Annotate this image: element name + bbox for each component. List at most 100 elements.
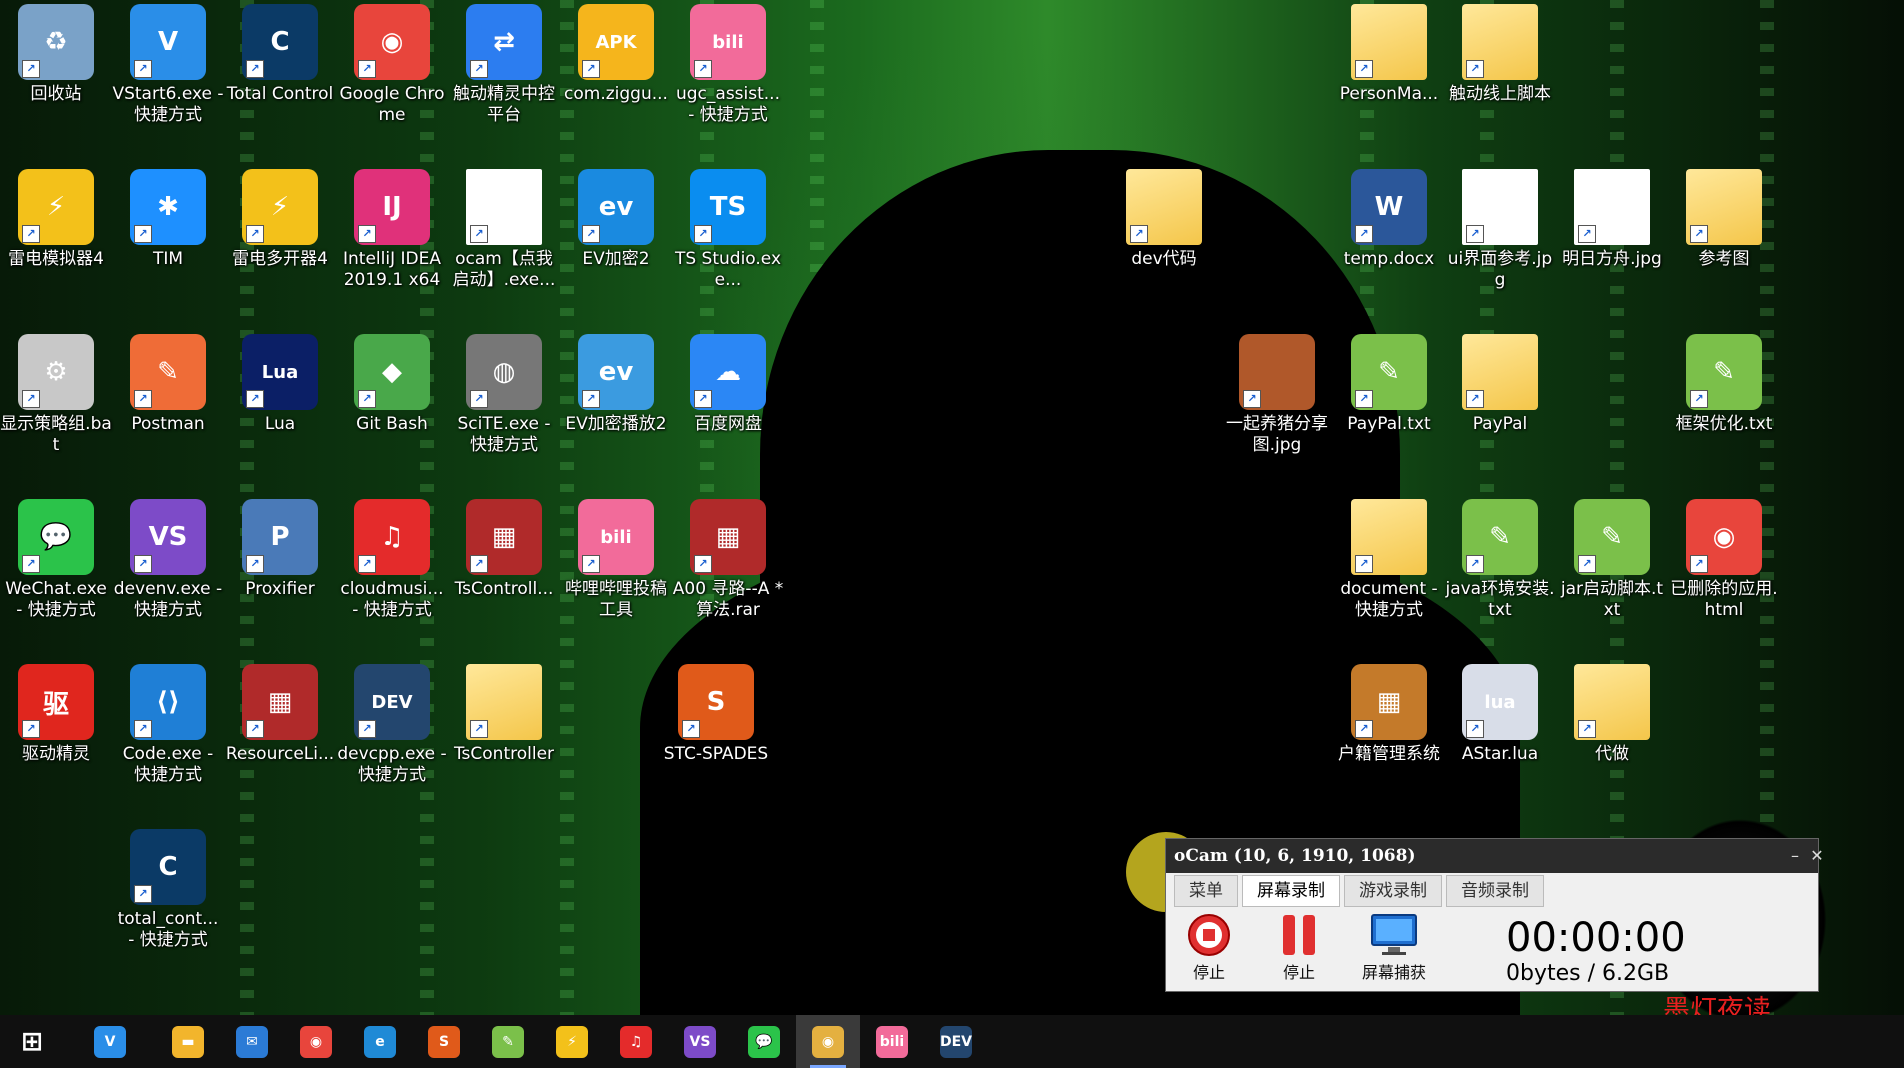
desktop-icon-touch[interactable]: ⇄ ↗ 触动精灵中控平台 — [448, 0, 560, 126]
desktop-icon-astar[interactable]: lua ↗ AStar.lua — [1444, 660, 1556, 765]
desktop-icon-postman[interactable]: ✎ ↗ Postman — [112, 330, 224, 435]
desktop-icon-devenv[interactable]: VS ↗ devenv.exe - 快捷方式 — [112, 495, 224, 621]
desktop-icon-tempdocx[interactable]: W ↗ temp.docx — [1333, 165, 1445, 270]
icon-glyph: 驱 — [42, 689, 69, 720]
desktop-icon-bilitool[interactable]: bili ↗ 哔哩哔哩投稿工具 — [560, 495, 672, 621]
shortcut-arrow-icon: ↗ — [22, 720, 40, 738]
bili-icon: bili — [876, 1025, 908, 1058]
taskbar-item-start[interactable]: ⊞ — [0, 1015, 64, 1068]
desktop-icon-deleted[interactable]: ◉ ↗ 已删除的应用.html — [1668, 495, 1780, 621]
pause-button[interactable]: 停止 — [1266, 911, 1332, 983]
tab-menu[interactable]: 菜单 — [1174, 875, 1238, 907]
desktop-icon-ev2[interactable]: ev ↗ EV加密2 — [560, 165, 672, 270]
icon-glyph: ✎ — [1713, 357, 1735, 387]
screen-capture-button[interactable]: 屏幕捕获 — [1356, 911, 1432, 983]
desktop-icon-ldm[interactable]: ⚡ ↗ 雷电多开器4 — [224, 165, 336, 270]
desktop-icon-cloud[interactable]: ♫ ↗ cloudmusi... - 快捷方式 — [336, 495, 448, 621]
taskbar-item-bili[interactable]: bili — [860, 1015, 924, 1068]
taskbar-item-vs[interactable]: VS — [668, 1015, 732, 1068]
desktop-icon-document[interactable]: ↗ document - 快捷方式 — [1333, 495, 1445, 621]
tab-screen-record[interactable]: 屏幕录制 — [1242, 875, 1340, 907]
desktop-icon-proxifier[interactable]: P ↗ Proxifier — [224, 495, 336, 600]
desktop-icon-scite[interactable]: ◍ ↗ SciTE.exe - 快捷方式 — [448, 330, 560, 456]
tab-audio-record[interactable]: 音频录制 — [1446, 875, 1544, 907]
desktop-icon-baidu[interactable]: ☁ ↗ 百度网盘 — [672, 330, 784, 435]
cloud-icon: ♫ ↗ — [354, 499, 430, 575]
taskbar-item-notepad[interactable]: ✎ — [476, 1015, 540, 1068]
desktop-icon-chrome[interactable]: ◉ ↗ Google Chrome — [336, 0, 448, 126]
desktop-icon-javaenv[interactable]: ✎ ↗ java环境安装.txt — [1444, 495, 1556, 621]
desktop-icon-label: 参考图 — [1698, 249, 1750, 269]
taskbar-item-wechat[interactable]: 💬 — [732, 1015, 796, 1068]
taskbar-item-ocam[interactable]: ◉ — [796, 1015, 860, 1068]
stop-button[interactable]: 停止 — [1176, 911, 1242, 983]
uiref-icon: ↗ — [1462, 169, 1538, 245]
desktop-icon-touchline[interactable]: ↗ 触动线上脚本 — [1444, 0, 1556, 105]
desktop-icon-huji[interactable]: ▦ ↗ 户籍管理系统 — [1333, 660, 1445, 765]
desktop-icon-daizuo[interactable]: ↗ 代做 — [1556, 660, 1668, 765]
taskbar-item-edge[interactable]: e — [348, 1015, 412, 1068]
desktop-icon-ugc[interactable]: bili ↗ ugc_assist... - 快捷方式 — [672, 0, 784, 126]
taskbar-item-mail[interactable]: ✉ — [220, 1015, 284, 1068]
taskbar-item-ldm[interactable]: ⚡ — [540, 1015, 604, 1068]
desktop-icon-totalcont[interactable]: C ↗ total_cont... - 快捷方式 — [112, 825, 224, 951]
desktop-icon-label: 一起养猪分享图.jpg — [1226, 414, 1328, 455]
desktop-icon-evplay[interactable]: ev ↗ EV加密播放2 — [560, 330, 672, 435]
desktop-icon-devcode[interactable]: ↗ dev代码 — [1108, 165, 1220, 270]
desktop-icon-tsctl[interactable]: ▦ ↗ TsControll... — [448, 495, 560, 600]
desktop-icon-stc[interactable]: S ↗ STC-SPADES — [660, 660, 772, 765]
ocam-close-button[interactable]: ✕ — [1806, 839, 1828, 873]
desktop-icon-paypaltxt[interactable]: ✎ ↗ PayPal.txt — [1333, 330, 1445, 435]
desktop-icon-jarstart[interactable]: ✎ ↗ jar启动脚本.txt — [1556, 495, 1668, 621]
desktop-icon-label: Google Chrome — [339, 84, 445, 125]
desktop-icon-policy[interactable]: ⚙ ↗ 显示策略组.bat — [0, 330, 112, 456]
ld4-icon: ⚡ ↗ — [18, 169, 94, 245]
explorer-icon: ▬ — [172, 1025, 204, 1058]
desktop-icon-apk[interactable]: APK ↗ com.ziggu... — [560, 0, 672, 105]
desktop-icon-a00[interactable]: ▦ ↗ A00 寻路--A * 算法.rar — [672, 495, 784, 621]
desktop-icon-cankao[interactable]: ↗ 参考图 — [1668, 165, 1780, 270]
desktop-icon-pig[interactable]: ↗ 一起养猪分享图.jpg — [1221, 330, 1333, 456]
desktop-icon-ts[interactable]: TS ↗ TS Studio.exe... — [672, 165, 784, 291]
stc-icon: S ↗ — [678, 664, 754, 740]
desktop-icon-lua[interactable]: Lua ↗ Lua — [224, 330, 336, 435]
desktop-icon-tscontroller[interactable]: ↗ TsController — [448, 660, 560, 765]
desktop-icon-gitbash[interactable]: ◆ ↗ Git Bash — [336, 330, 448, 435]
desktop-icon-reslib[interactable]: ▦ ↗ ResourceLi... — [224, 660, 336, 765]
desktop-icon-label: 雷电模拟器4 — [8, 249, 104, 269]
icon-glyph: ⚙ — [44, 357, 68, 387]
desktop-icon-tc[interactable]: C ↗ Total Control — [224, 0, 336, 105]
desktop-icon-label: com.ziggu... — [564, 84, 668, 104]
mail-icon: ✉ — [236, 1025, 268, 1058]
desktop-icon-label: dev代码 — [1131, 249, 1197, 269]
desktop-icon-tim[interactable]: ✱ ↗ TIM — [112, 165, 224, 270]
desktop-icon-uiref[interactable]: ↗ ui界面参考.jpg — [1444, 165, 1556, 291]
desktop-icon-mingri[interactable]: ↗ 明日方舟.jpg — [1556, 165, 1668, 270]
desktop-icon-label: 雷电多开器4 — [232, 249, 328, 269]
taskbar-item-vsearch[interactable]: V — [64, 1015, 156, 1068]
taskbar-item-devcpp[interactable]: DEV — [924, 1015, 988, 1068]
devcpp-icon: DEV ↗ — [354, 664, 430, 740]
taskbar-item-stc[interactable]: S — [412, 1015, 476, 1068]
desktop-icon-idea[interactable]: IJ ↗ IntelliJ IDEA 2019.1 x64 — [336, 165, 448, 291]
ocam-titlebar[interactable]: oCam (10, 6, 1910, 1068) — [1166, 839, 1818, 873]
desktop-icon-ld4[interactable]: ⚡ ↗ 雷电模拟器4 — [0, 165, 112, 270]
taskbar-item-chrome[interactable]: ◉ — [284, 1015, 348, 1068]
desktop-icon-paypal[interactable]: ↗ PayPal — [1444, 330, 1556, 435]
desktop-icon-person[interactable]: ↗ PersonMa... — [1333, 0, 1445, 105]
person-icon: ↗ — [1351, 4, 1427, 80]
tab-game-record[interactable]: 游戏录制 — [1344, 875, 1442, 907]
taskbar-item-netease[interactable]: ♫ — [604, 1015, 668, 1068]
desktop-icon-driver[interactable]: 驱 ↗ 驱动精灵 — [0, 660, 112, 765]
desktop-icon-kuangjia[interactable]: ✎ ↗ 框架优化.txt — [1668, 330, 1780, 435]
desktop-icon-vstart[interactable]: V ↗ VStart6.exe - 快捷方式 — [112, 0, 224, 126]
desktop-icon-recycle[interactable]: ♻ ↗ 回收站 — [0, 0, 112, 105]
desktop-icon-wechat[interactable]: 💬 ↗ WeChat.exe - 快捷方式 — [0, 495, 112, 621]
desktop-icon-label: Lua — [264, 414, 296, 434]
desktop-icon-devcpp[interactable]: DEV ↗ devcpp.exe - 快捷方式 — [336, 660, 448, 786]
taskbar-item-explorer[interactable]: ▬ — [156, 1015, 220, 1068]
ocam-minimize-button[interactable]: – — [1784, 839, 1806, 873]
desktop-icon-code[interactable]: ⟨⟩ ↗ Code.exe - 快捷方式 — [112, 660, 224, 786]
desktop-icon-ocam[interactable]: ↗ ocam【点我启动】.exe... — [448, 165, 560, 291]
ocam-window[interactable]: oCam (10, 6, 1910, 1068) – ✕ 菜单 屏幕录制 游戏录… — [1165, 838, 1824, 992]
